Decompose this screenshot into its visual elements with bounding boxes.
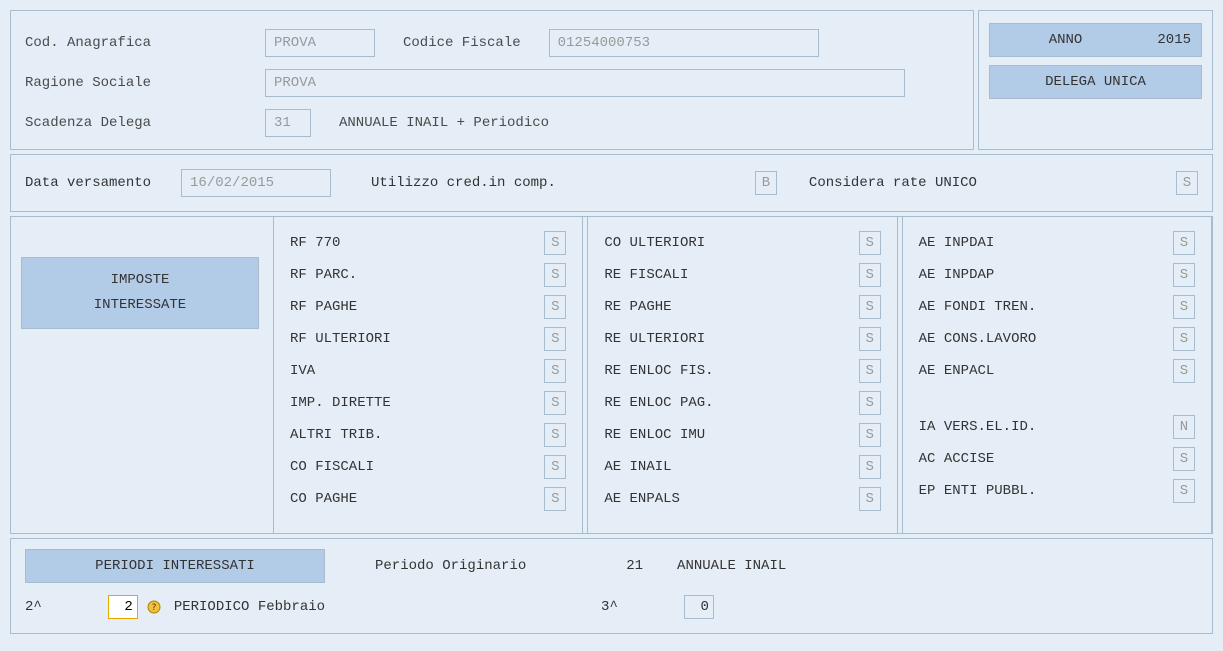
imp-item-label: AE ENPACL xyxy=(919,363,1173,379)
imposte-title-2: INTERESSATE xyxy=(34,293,246,318)
imp-item-value[interactable]: S xyxy=(544,487,566,511)
imp-item-value[interactable]: S xyxy=(859,263,881,287)
data-versamento-label: Data versamento xyxy=(25,175,151,191)
anno-label: ANNO xyxy=(1000,32,1131,48)
imposte-title-box: IMPOSTE INTERESSATE xyxy=(21,257,259,329)
imp-item-label: IMP. DIRETTE xyxy=(290,395,544,411)
periodo-originario-label: Periodo Originario xyxy=(375,558,526,574)
imposte-title-1: IMPOSTE xyxy=(34,268,246,293)
codice-fiscale-input[interactable]: 01254000753 xyxy=(549,29,819,57)
imp-item-label: CO ULTERIORI xyxy=(604,235,858,251)
imp-item-value[interactable]: S xyxy=(859,231,881,255)
imp-item-value[interactable]: S xyxy=(544,359,566,383)
svg-text:?: ? xyxy=(151,603,156,613)
header-panel: Cod. Anagrafica PROVA Codice Fiscale 012… xyxy=(10,10,974,150)
imp-item-value[interactable]: S xyxy=(1173,295,1195,319)
scadenza-delega-desc: ANNUALE INAIL + Periodico xyxy=(339,115,549,131)
imp-item-label: RE ENLOC PAG. xyxy=(604,395,858,411)
imp-item-value[interactable]: S xyxy=(859,455,881,479)
imp-item-label: AE INAIL xyxy=(604,459,858,475)
periodi-title-box: PERIODI INTERESSATI xyxy=(25,549,325,583)
imp-item-value[interactable]: S xyxy=(544,263,566,287)
imp-item-value[interactable]: S xyxy=(859,423,881,447)
periodo-3-label: 3^ xyxy=(601,599,618,615)
periodo-originario-desc: ANNUALE INAIL xyxy=(677,558,786,574)
imp-item-value[interactable]: S xyxy=(544,391,566,415)
imp-item-value[interactable]: S xyxy=(1173,327,1195,351)
imp-item-value[interactable]: S xyxy=(859,391,881,415)
imp-item-label: RF PAGHE xyxy=(290,299,544,315)
imp-item-label: RE ULTERIORI xyxy=(604,331,858,347)
imp-item-value[interactable]: S xyxy=(1173,447,1195,471)
imp-item-label: RE ENLOC IMU xyxy=(604,427,858,443)
scadenza-delega-label: Scadenza Delega xyxy=(25,115,265,131)
imposte-panel: IMPOSTE INTERESSATE RF 770S RF PARC.S RF… xyxy=(10,216,1213,534)
cod-anagrafica-label: Cod. Anagrafica xyxy=(25,35,265,51)
delega-unica-box: DELEGA UNICA xyxy=(989,65,1202,99)
imp-item-value[interactable]: S xyxy=(1173,359,1195,383)
anno-value: 2015 xyxy=(1131,32,1191,48)
imp-item-label: RE ENLOC FIS. xyxy=(604,363,858,379)
imp-item-value[interactable]: S xyxy=(544,327,566,351)
imp-item-label: EP ENTI PUBBL. xyxy=(919,483,1173,499)
considera-rate-label: Considera rate UNICO xyxy=(809,175,977,191)
imp-item-value[interactable]: S xyxy=(544,295,566,319)
considera-rate-input[interactable]: S xyxy=(1176,171,1198,195)
imp-item-label: AE INPDAP xyxy=(919,267,1173,283)
periodo-originario-value: 21 xyxy=(626,558,643,574)
imp-item-value[interactable]: S xyxy=(1173,479,1195,503)
imposte-col-1: RF 770S RF PARC.S RF PAGHES RF ULTERIORI… xyxy=(273,217,583,533)
utilizzo-cred-label: Utilizzo cred.in comp. xyxy=(371,175,556,191)
imp-item-label: AE CONS.LAVORO xyxy=(919,331,1173,347)
imp-item-value[interactable]: S xyxy=(859,295,881,319)
imp-item-value[interactable]: N xyxy=(1173,415,1195,439)
imp-item-value[interactable]: S xyxy=(1173,263,1195,287)
imp-item-value[interactable]: S xyxy=(1173,231,1195,255)
imposte-col-3: AE INPDAIS AE INPDAPS AE FONDI TREN.S AE… xyxy=(902,217,1212,533)
periodo-2-input[interactable] xyxy=(108,595,138,619)
imp-item-label: CO PAGHE xyxy=(290,491,544,507)
periodo-3-input[interactable]: 0 xyxy=(684,595,714,619)
imp-item-value[interactable]: S xyxy=(859,359,881,383)
imp-item-label: RE PAGHE xyxy=(604,299,858,315)
cod-anagrafica-input[interactable]: PROVA xyxy=(265,29,375,57)
imp-item-label: RF ULTERIORI xyxy=(290,331,544,347)
imp-item-label: IVA xyxy=(290,363,544,379)
imp-item-label: IA VERS.EL.ID. xyxy=(919,419,1173,435)
scadenza-delega-input[interactable]: 31 xyxy=(265,109,311,137)
imp-item-value[interactable]: S xyxy=(544,231,566,255)
data-versamento-input[interactable]: 16/02/2015 xyxy=(181,169,331,197)
imp-item-value[interactable]: S xyxy=(544,455,566,479)
help-icon[interactable]: ? xyxy=(146,599,162,615)
imp-item-label: AE FONDI TREN. xyxy=(919,299,1173,315)
imp-item-label: ALTRI TRIB. xyxy=(290,427,544,443)
periodo-2-desc: PERIODICO Febbraio xyxy=(174,599,325,615)
imp-item-label: AE ENPALS xyxy=(604,491,858,507)
periodo-2-label: 2^ xyxy=(25,599,42,615)
imp-item-label: AC ACCISE xyxy=(919,451,1173,467)
imp-item-value[interactable]: S xyxy=(859,487,881,511)
periodi-panel: PERIODI INTERESSATI Periodo Originario 2… xyxy=(10,538,1213,634)
ragione-sociale-label: Ragione Sociale xyxy=(25,75,265,91)
imp-item-label: RE FISCALI xyxy=(604,267,858,283)
versamento-panel: Data versamento 16/02/2015 Utilizzo cred… xyxy=(10,154,1213,212)
anno-box: ANNO 2015 xyxy=(989,23,1202,57)
imp-item-label: RF 770 xyxy=(290,235,544,251)
imp-item-label: CO FISCALI xyxy=(290,459,544,475)
codice-fiscale-label: Codice Fiscale xyxy=(403,35,521,51)
imposte-col-2: CO ULTERIORIS RE FISCALIS RE PAGHES RE U… xyxy=(587,217,897,533)
utilizzo-cred-input[interactable]: B xyxy=(755,171,777,195)
anno-panel: ANNO 2015 DELEGA UNICA xyxy=(978,10,1213,150)
ragione-sociale-input[interactable]: PROVA xyxy=(265,69,905,97)
imp-item-value[interactable]: S xyxy=(859,327,881,351)
imp-item-label: RF PARC. xyxy=(290,267,544,283)
imp-item-label: AE INPDAI xyxy=(919,235,1173,251)
imp-item-value[interactable]: S xyxy=(544,423,566,447)
